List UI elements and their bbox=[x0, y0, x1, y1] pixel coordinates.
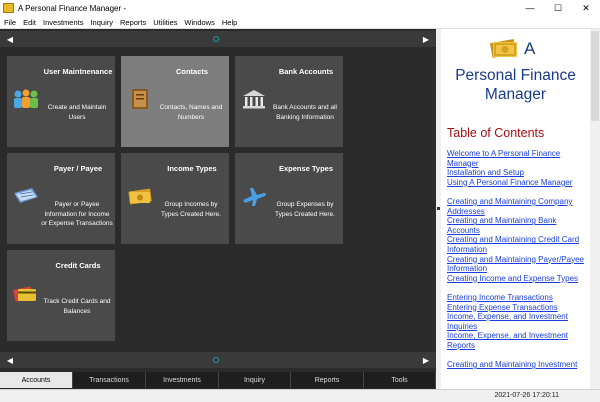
toc-link-list: Welcome to A Personal Finance Manager In… bbox=[447, 149, 587, 370]
tile-title: Expense Types bbox=[278, 164, 334, 173]
tab-tools[interactable]: Tools bbox=[364, 372, 436, 388]
tile-income-types[interactable]: Income Types Group Incomes by Types Crea… bbox=[121, 153, 229, 244]
tile-bank-accounts[interactable]: Bank Accounts Bank Accounts and all Bank… bbox=[235, 56, 343, 147]
toc-link[interactable]: Entering Income Transactions bbox=[447, 293, 587, 303]
status-datetime: 2021-07-26 17:20:11 bbox=[494, 392, 559, 399]
tab-investments[interactable]: Investments bbox=[146, 372, 219, 388]
menu-help[interactable]: Help bbox=[218, 18, 240, 27]
minimize-button[interactable]: — bbox=[516, 0, 544, 16]
money-logo-icon bbox=[490, 38, 517, 58]
toc-heading: Table of Contents bbox=[447, 126, 545, 140]
scroll-left-button[interactable]: ◀ bbox=[0, 31, 20, 47]
scroll-left-button[interactable]: ◀ bbox=[0, 352, 20, 368]
toc-link[interactable]: Welcome to A Personal Finance Manager bbox=[447, 149, 587, 168]
ledger-icon bbox=[14, 188, 38, 203]
toc-link[interactable]: Creating and Maintaining Bank Accounts bbox=[447, 216, 587, 235]
tab-reports[interactable]: Reports bbox=[291, 372, 364, 388]
menu-bar: File Edit Investments Inquiry Reports Ut… bbox=[0, 16, 600, 29]
tile-description: Bank Accounts and all Banking Informatio… bbox=[273, 104, 337, 121]
menu-file[interactable]: File bbox=[0, 18, 20, 27]
tile-description: Contacts, Names and Numbers bbox=[159, 104, 223, 121]
tile-description: Group Expenses by Types Created Here. bbox=[275, 201, 335, 218]
page-indicator-dot[interactable] bbox=[213, 36, 219, 42]
top-scroll-bar: ◀ ▶ bbox=[0, 31, 436, 47]
menu-inquiry[interactable]: Inquiry bbox=[87, 18, 117, 27]
tile-title: Contacts bbox=[175, 67, 209, 76]
help-pane: A Personal Finance Manager Table of Cont… bbox=[441, 29, 590, 389]
help-scrollbar[interactable] bbox=[590, 29, 600, 389]
help-logo-letter: A bbox=[524, 39, 536, 58]
bottom-scroll-bar: ◀ ▶ bbox=[0, 352, 436, 368]
tile-credit-cards[interactable]: Credit Cards Track Credit Cards and Bala… bbox=[7, 250, 115, 341]
menu-reports[interactable]: Reports bbox=[116, 18, 149, 27]
tile-pane: ◀ ▶ User Maintnenance Create and Maintai… bbox=[0, 29, 436, 389]
toc-link[interactable]: Income, Expense, and Investment Inquirie… bbox=[447, 312, 587, 331]
toc-spacer bbox=[447, 283, 587, 293]
toc-link[interactable]: Using A Personal Finance Manager bbox=[447, 178, 587, 188]
title-bar: A Personal Finance Manager - — ☐ ✕ bbox=[0, 0, 600, 16]
users-icon bbox=[14, 89, 38, 108]
tile-description: Create and Maintain Users bbox=[47, 104, 107, 121]
status-bar: 2021-07-26 17:20:11 bbox=[0, 389, 600, 402]
help-header: A bbox=[489, 36, 535, 59]
tile-user-maintenance[interactable]: User Maintnenance Create and Maintain Us… bbox=[7, 56, 115, 147]
tile-title: Income Types bbox=[167, 164, 217, 173]
splitter-grip[interactable] bbox=[437, 207, 440, 210]
toc-link[interactable]: Creating and Maintaining Payer/Payee Inf… bbox=[447, 255, 587, 274]
help-scroll-thumb[interactable] bbox=[591, 31, 599, 121]
tile-description: Track Credit Cards and Balances bbox=[43, 298, 111, 315]
airplane-icon bbox=[243, 188, 266, 206]
tile-description: Payer or Payee Information for Income or… bbox=[41, 201, 113, 227]
toc-spacer bbox=[447, 350, 587, 360]
menu-windows[interactable]: Windows bbox=[181, 18, 218, 27]
tab-accounts[interactable]: Accounts bbox=[0, 372, 73, 388]
toc-spacer bbox=[447, 187, 587, 197]
tile-title: Payer / Payee bbox=[53, 164, 103, 173]
scroll-right-button[interactable]: ▶ bbox=[416, 31, 436, 47]
page-indicator-dot[interactable] bbox=[213, 357, 219, 363]
toc-link[interactable]: Creating and Maintaining Investment bbox=[447, 360, 587, 370]
toc-link[interactable]: Creating and Maintaining Company Address… bbox=[447, 197, 587, 216]
tile-title: Credit Cards bbox=[55, 261, 101, 270]
toc-link[interactable]: Installation and Setup bbox=[447, 168, 587, 178]
menu-edit[interactable]: Edit bbox=[20, 18, 40, 27]
tile-contacts[interactable]: Contacts Contacts, Names and Numbers bbox=[121, 56, 229, 147]
app-money-icon bbox=[3, 3, 14, 13]
help-app-name: Personal Finance Manager bbox=[455, 67, 576, 103]
close-button[interactable]: ✕ bbox=[572, 0, 600, 16]
tab-bar: Accounts Transactions Investments Inquir… bbox=[0, 372, 436, 388]
tile-description: Group Incomes by Types Created Here. bbox=[161, 201, 221, 218]
menu-utilities[interactable]: Utilities bbox=[150, 18, 181, 27]
money-icon bbox=[128, 188, 152, 205]
tile-expense-types[interactable]: Expense Types Group Expenses by Types Cr… bbox=[235, 153, 343, 244]
toc-link[interactable]: Creating Income and Expense Types bbox=[447, 274, 587, 284]
credit-cards-icon bbox=[13, 286, 36, 302]
tile-payer-payee[interactable]: Payer / Payee Payer or Payee Information… bbox=[7, 153, 115, 244]
tile-title: Bank Accounts bbox=[278, 67, 334, 76]
menu-investments[interactable]: Investments bbox=[40, 18, 87, 27]
toc-link[interactable]: Entering Expense Transactions bbox=[447, 303, 587, 313]
toc-link[interactable]: Income, Expense, and Investment Reports bbox=[447, 331, 587, 350]
tile-title: User Maintnenance bbox=[43, 67, 113, 76]
window-controls: — ☐ ✕ bbox=[516, 0, 600, 16]
toc-link[interactable]: Creating and Maintaining Credit Card Inf… bbox=[447, 235, 587, 254]
tab-transactions[interactable]: Transactions bbox=[73, 372, 146, 388]
bank-icon bbox=[243, 90, 265, 109]
maximize-button[interactable]: ☐ bbox=[544, 0, 572, 16]
scroll-right-button[interactable]: ▶ bbox=[416, 352, 436, 368]
address-book-icon bbox=[132, 89, 148, 109]
window-title: A Personal Finance Manager - bbox=[18, 3, 127, 13]
tab-inquiry[interactable]: Inquiry bbox=[219, 372, 291, 388]
